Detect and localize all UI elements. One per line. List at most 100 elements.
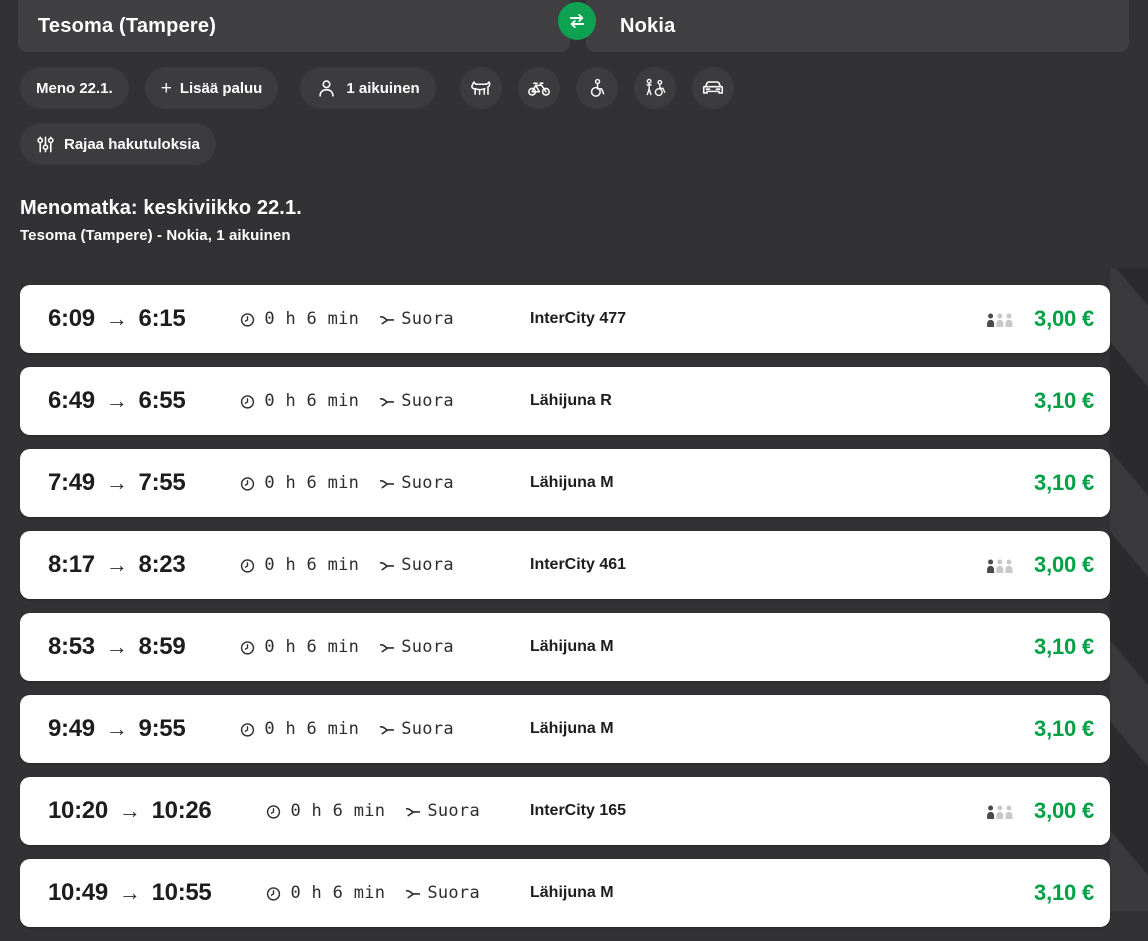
- journey-card[interactable]: 7:49 → 7:55 0 h 6 min Suora Lähijuna M 3…: [20, 449, 1110, 517]
- arrival-time: 10:55: [152, 879, 212, 907]
- arrow-right-icon: →: [105, 388, 129, 414]
- route-type-text: Suora: [427, 801, 480, 821]
- departure-time: 8:53: [48, 633, 95, 661]
- journey-card[interactable]: 8:17 → 8:23 0 h 6 min Suora InterCity 46…: [20, 531, 1110, 599]
- duration-text: 0 h 6 min: [264, 719, 359, 739]
- direct-route-icon: [378, 312, 395, 327]
- origin-value: Tesoma (Tampere): [38, 15, 216, 38]
- refine-results-label: Rajaa hakutuloksia: [64, 136, 200, 153]
- journey-price: 3,00 €: [1034, 306, 1094, 332]
- departure-time: 6:49: [48, 387, 95, 415]
- duration-group: 0 h 6 min: [265, 883, 385, 903]
- clock-icon: [265, 803, 282, 820]
- duration-group: 0 h 6 min: [239, 473, 359, 493]
- arrival-time: 8:23: [139, 551, 186, 579]
- route-group: Suora: [404, 801, 480, 821]
- train-name: InterCity 165: [530, 802, 626, 820]
- journey-price: 3,10 €: [1034, 716, 1094, 742]
- route-group: Suora: [378, 637, 454, 657]
- duration-text: 0 h 6 min: [264, 637, 359, 657]
- duration-text: 0 h 6 min: [264, 555, 359, 575]
- arrival-time: 6:15: [139, 305, 186, 333]
- wheelchair-icon: [586, 78, 607, 99]
- journey-card[interactable]: 8:53 → 8:59 0 h 6 min Suora Lähijuna M 3…: [20, 613, 1110, 681]
- arrow-right-icon: →: [105, 634, 129, 660]
- direct-route-icon: [404, 886, 421, 901]
- clock-icon: [239, 311, 256, 328]
- duration-group: 0 h 6 min: [239, 391, 359, 411]
- destination-field[interactable]: Nokia: [586, 0, 1129, 52]
- outbound-date-label: Meno 22.1.: [36, 80, 113, 97]
- occupancy-icon: [986, 313, 1017, 327]
- arrow-right-icon: →: [105, 716, 129, 742]
- duration-text: 0 h 6 min: [264, 473, 359, 493]
- journey-card[interactable]: 10:20 → 10:26 0 h 6 min Suora InterCity …: [20, 777, 1110, 845]
- train-name: InterCity 461: [530, 556, 626, 574]
- duration-group: 0 h 6 min: [239, 637, 359, 657]
- duration-text: 0 h 6 min: [290, 801, 385, 821]
- arrival-time: 7:55: [139, 469, 186, 497]
- passengers-pill[interactable]: 1 aikuinen: [300, 67, 435, 109]
- add-return-pill[interactable]: + Lisää paluu: [145, 67, 279, 109]
- departure-time: 10:20: [48, 797, 108, 825]
- bicycle-icon: [527, 79, 551, 97]
- journey-card[interactable]: 6:09 → 6:15 0 h 6 min Suora InterCity 47…: [20, 285, 1110, 353]
- pets-filter-button[interactable]: [460, 67, 502, 109]
- route-group: Suora: [378, 719, 454, 739]
- route-group: Suora: [404, 883, 480, 903]
- clock-icon: [239, 557, 256, 574]
- car-icon: [701, 78, 725, 98]
- arrival-time: 10:26: [152, 797, 212, 825]
- car-filter-button[interactable]: [692, 67, 734, 109]
- destination-value: Nokia: [620, 15, 675, 38]
- clock-icon: [239, 639, 256, 656]
- origin-field[interactable]: Tesoma (Tampere): [18, 0, 570, 52]
- departure-time: 6:09: [48, 305, 95, 333]
- journey-times: 10:49 → 10:55: [20, 879, 211, 907]
- swap-stations-button[interactable]: [558, 2, 596, 40]
- journey-price: 3,10 €: [1034, 634, 1094, 660]
- person-icon: [316, 78, 337, 99]
- route-type-text: Suora: [401, 473, 454, 493]
- journey-times: 9:49 → 9:55: [20, 715, 185, 743]
- outbound-date-pill[interactable]: Meno 22.1.: [20, 67, 129, 109]
- route-type-text: Suora: [401, 719, 454, 739]
- filter-pills-row: Meno 22.1. + Lisää paluu 1 aikuinen: [20, 67, 734, 109]
- results-title: Menomatka: keskiviikko 22.1.: [20, 197, 302, 220]
- arrow-right-icon: →: [105, 552, 129, 578]
- route-type-text: Suora: [401, 637, 454, 657]
- direct-route-icon: [378, 394, 395, 409]
- dog-icon: [469, 78, 493, 98]
- arrival-time: 6:55: [139, 387, 186, 415]
- train-name: InterCity 477: [530, 310, 626, 328]
- journey-price: 3,00 €: [1034, 552, 1094, 578]
- journey-times: 8:17 → 8:23: [20, 551, 185, 579]
- bicycle-filter-button[interactable]: [518, 67, 560, 109]
- assistance-filter-button[interactable]: [634, 67, 676, 109]
- route-group: Suora: [378, 473, 454, 493]
- journey-times: 6:49 → 6:55: [20, 387, 185, 415]
- departure-time: 9:49: [48, 715, 95, 743]
- occupancy-icon: [986, 805, 1017, 819]
- journey-list: 6:09 → 6:15 0 h 6 min Suora InterCity 47…: [20, 285, 1110, 941]
- journey-card[interactable]: 9:49 → 9:55 0 h 6 min Suora Lähijuna M 3…: [20, 695, 1110, 763]
- background-stripes: [1110, 268, 1148, 911]
- direct-route-icon: [404, 804, 421, 819]
- journey-price: 3,10 €: [1034, 880, 1094, 906]
- train-name: Lähijuna R: [530, 392, 612, 410]
- wheelchair-filter-button[interactable]: [576, 67, 618, 109]
- route-type-text: Suora: [427, 883, 480, 903]
- clock-icon: [239, 475, 256, 492]
- arrow-right-icon: →: [105, 306, 129, 332]
- journey-card[interactable]: 6:49 → 6:55 0 h 6 min Suora Lähijuna R 3…: [20, 367, 1110, 435]
- departure-time: 8:17: [48, 551, 95, 579]
- route-group: Suora: [378, 391, 454, 411]
- train-name: Lähijuna M: [530, 474, 614, 492]
- duration-text: 0 h 6 min: [264, 391, 359, 411]
- clock-icon: [239, 721, 256, 738]
- duration-text: 0 h 6 min: [264, 309, 359, 329]
- journey-card[interactable]: 10:49 → 10:55 0 h 6 min Suora Lähijuna M…: [20, 859, 1110, 927]
- departure-time: 7:49: [48, 469, 95, 497]
- refine-results-button[interactable]: Rajaa hakutuloksia: [20, 123, 216, 165]
- passengers-label: 1 aikuinen: [346, 80, 419, 97]
